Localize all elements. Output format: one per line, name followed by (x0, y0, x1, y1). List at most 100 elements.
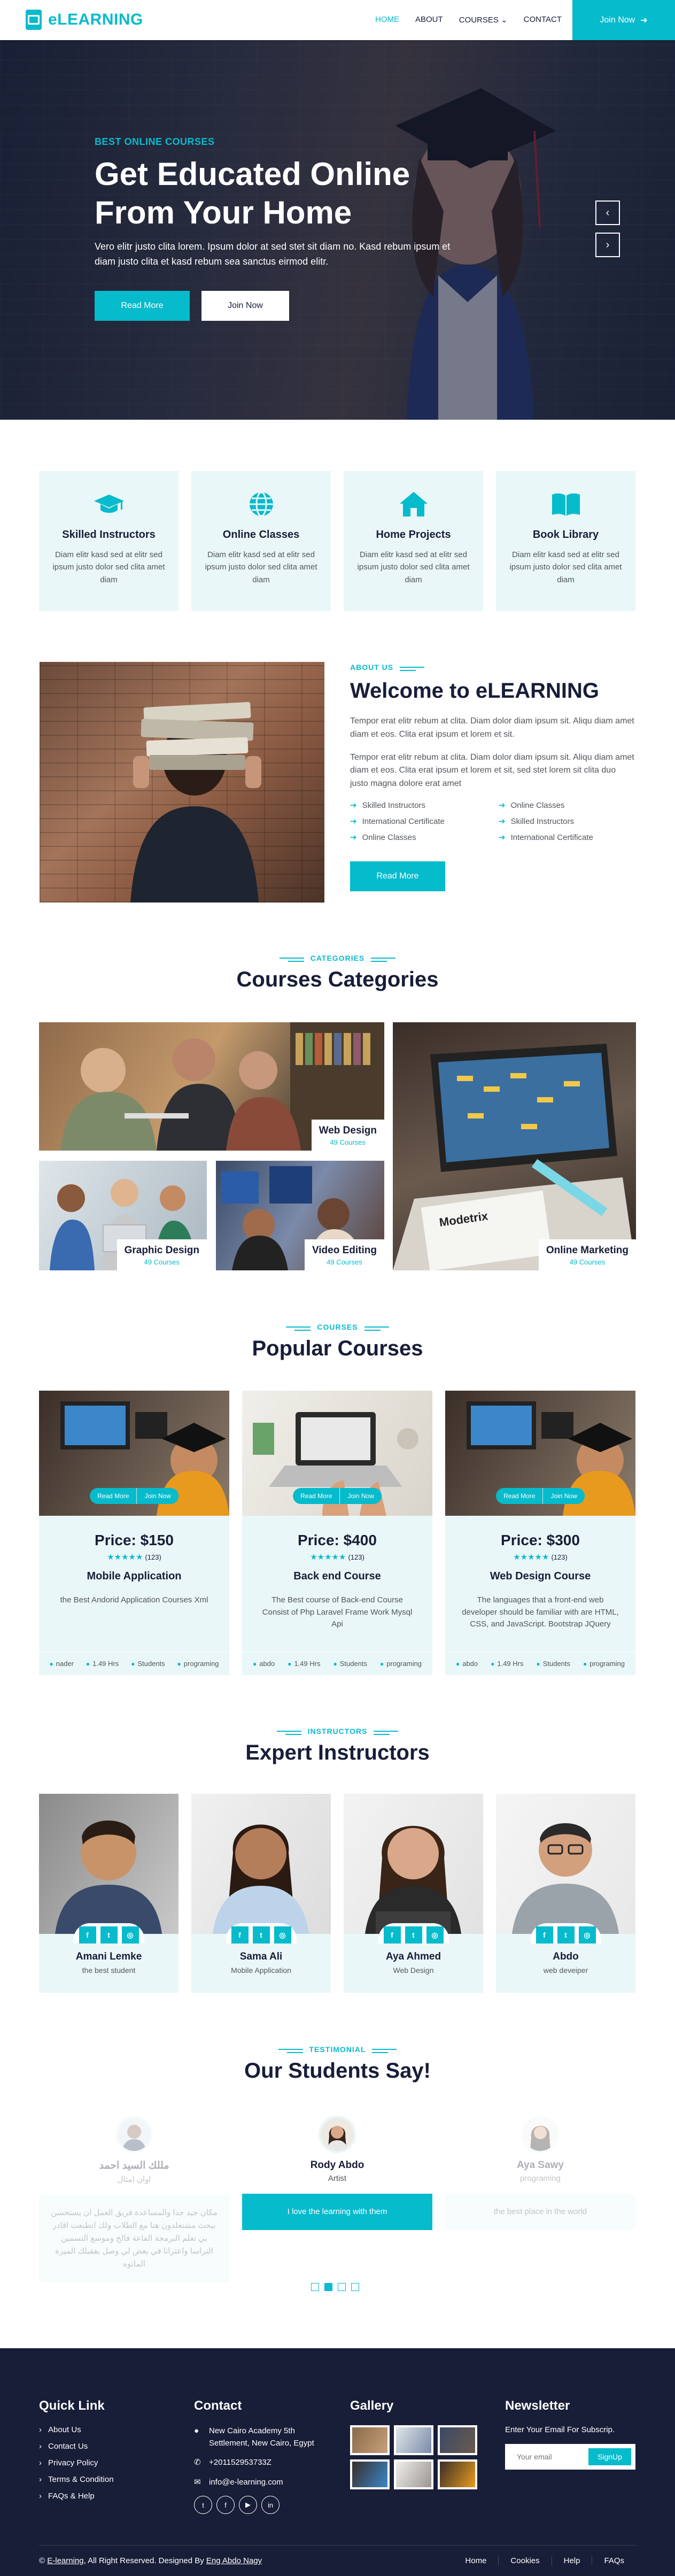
eyebrow-line (400, 667, 425, 671)
course-read-more-button[interactable]: Read More (293, 1488, 340, 1504)
footer-menu-home[interactable]: Home (453, 2556, 498, 2565)
facebook-icon[interactable]: f (79, 1926, 96, 1943)
hero-title-line2: From Your Home (95, 195, 352, 230)
facebook-icon[interactable]: f (216, 2496, 235, 2514)
footer-heading: Contact (194, 2398, 242, 2413)
course-price: Price: $300 (501, 1532, 580, 1548)
courses-title: Popular Courses (252, 1337, 423, 1360)
pagination-dot[interactable] (351, 2283, 359, 2291)
designer-link[interactable]: Eng Abdo Nagy (206, 2556, 262, 2565)
about-read-more-button[interactable]: Read More (350, 861, 445, 891)
footer-link[interactable]: About Us (39, 2425, 114, 2434)
newsletter-email-input[interactable] (505, 2444, 585, 2470)
pagination-dot-active[interactable] (324, 2283, 332, 2291)
category-count: 49 Courses (569, 1258, 606, 1266)
hero-join-now-button[interactable]: Join Now (201, 290, 289, 321)
footer-link[interactable]: Contact Us (39, 2442, 114, 2451)
gallery-thumb[interactable] (438, 2459, 477, 2489)
gallery-thumb[interactable] (394, 2459, 433, 2489)
gallery-thumb[interactable] (350, 2425, 390, 2455)
nav-courses[interactable]: COURSES ⌄ (459, 15, 508, 25)
course-title: Web Design Course (490, 1570, 591, 1582)
categories-eyebrow: CATEGORIES (0, 954, 675, 962)
brand-logo-icon (26, 10, 42, 30)
contact-list: ● New Cairo Academy 5th Settlement, New C… (194, 2425, 328, 2488)
courses-eyebrow: COURSES (0, 1323, 675, 1331)
star-icons: ★★★★★ (513, 1553, 549, 1562)
twitter-icon[interactable]: t (405, 1926, 422, 1943)
instructors-title: Expert Instructors (245, 1741, 430, 1764)
service-card: Book Library Diam elitr kasd sed at elit… (496, 471, 635, 611)
signup-button[interactable]: SignUp (588, 2448, 631, 2465)
gallery-thumb[interactable] (350, 2459, 390, 2489)
instagram-icon[interactable]: ◎ (578, 1926, 596, 1943)
course-meta: nader 1.49 Hrs Students programing (39, 1652, 229, 1675)
hero-read-more-button[interactable]: Read More (95, 290, 190, 321)
category-card-graphic-design[interactable]: Graphic Design 49 Courses (39, 1161, 207, 1270)
nav-home[interactable]: HOME (375, 15, 399, 25)
instructor-portrait (512, 1823, 619, 1934)
testimonial-name: مللك السيد احمد (99, 2160, 169, 2171)
testimonial-quote: مكان جيد جدا والمساعدة فريق العمل ان يست… (39, 2195, 229, 2282)
hero-content: BEST ONLINE COURSES Get Educated Online … (95, 136, 479, 321)
carousel-controls: ‹ › (595, 200, 620, 257)
footer-quick-links: Quick Link About Us Contact Us Privacy P… (39, 2398, 114, 2508)
facebook-icon[interactable]: f (383, 1926, 401, 1943)
gallery-thumb[interactable] (438, 2425, 477, 2455)
course-join-now-button[interactable]: Join Now (339, 1488, 382, 1504)
chevron-left-icon[interactable]: ‹ (595, 200, 620, 225)
about-eyebrow: ABOUT US (350, 663, 635, 672)
join-now-button[interactable]: Join Now ➔ (572, 0, 675, 40)
course-join-now-button[interactable]: Join Now (542, 1488, 585, 1504)
pagination-dot[interactable] (311, 2283, 319, 2291)
instagram-icon[interactable]: ◎ (121, 1926, 139, 1943)
footer-link[interactable]: Privacy Policy (39, 2458, 114, 2467)
chevron-down-icon: ⌄ (501, 16, 508, 25)
twitter-icon[interactable]: t (557, 1926, 575, 1943)
course-category: programing (380, 1660, 422, 1668)
navbar: eLEARNING HOME ABOUT COURSES ⌄ CONTACT J… (0, 0, 675, 40)
facebook-icon[interactable]: f (231, 1926, 249, 1943)
footer-menu-cookies[interactable]: Cookies (498, 2556, 551, 2565)
chevron-right-icon[interactable]: › (595, 233, 620, 257)
nav-about[interactable]: ABOUT (415, 15, 443, 25)
footer-link[interactable]: Terms & Condition (39, 2475, 114, 2484)
category-card-video-editing[interactable]: Video Editing 49 Courses (216, 1161, 384, 1270)
instagram-icon[interactable]: ◎ (426, 1926, 444, 1943)
category-card-online-marketing[interactable]: Modetrix Online Marketing 49 Courses (393, 1022, 636, 1270)
course-students: Students (333, 1660, 367, 1668)
category-name: Video Editing (312, 1245, 377, 1256)
footer-heading: Newsletter (505, 2398, 570, 2413)
category-count: 49 Courses (144, 1258, 180, 1266)
copyright-link[interactable]: E-learning (47, 2556, 83, 2565)
youtube-icon[interactable]: ▶ (239, 2496, 257, 2514)
hero-title-line1: Get Educated Online (95, 156, 410, 192)
checklist-item: Skilled Instructors (499, 816, 635, 826)
course-read-more-button[interactable]: Read More (496, 1488, 543, 1504)
twitter-icon[interactable]: t (252, 1926, 270, 1943)
instructor-role: Web Design (393, 1966, 434, 1975)
nav-contact[interactable]: CONTACT (524, 15, 562, 25)
pagination-dot[interactable] (338, 2283, 346, 2291)
instructors-header: INSTRUCTORS Expert Instructors (0, 1727, 675, 1765)
gallery-thumb[interactable] (394, 2425, 433, 2455)
footer-link[interactable]: FAQs & Help (39, 2492, 114, 2501)
checklist-item: Online Classes (350, 832, 499, 842)
linkedin-icon[interactable]: in (261, 2496, 280, 2514)
facebook-icon[interactable]: f (536, 1926, 553, 1943)
category-card-web-design[interactable]: Web Design 49 Courses (39, 1022, 384, 1151)
brand[interactable]: eLEARNING (26, 10, 143, 30)
service-title: Book Library (532, 529, 599, 541)
course-join-now-button[interactable]: Join Now (136, 1488, 179, 1504)
course-actions: Read More Join Now (496, 1488, 585, 1504)
twitter-icon[interactable]: t (100, 1926, 118, 1943)
twitter-icon[interactable]: t (194, 2496, 212, 2514)
course-title: Back end Course (293, 1570, 381, 1582)
instructor-info: Sama Ali Mobile Application (191, 1941, 331, 1993)
course-author: nader (49, 1660, 74, 1668)
footer-menu-help[interactable]: Help (551, 2556, 592, 2565)
instagram-icon[interactable]: ◎ (274, 1926, 291, 1943)
footer-menu-faqs[interactable]: FAQs (592, 2556, 636, 2565)
nav-courses-label: COURSES (459, 16, 499, 25)
course-read-more-button[interactable]: Read More (90, 1488, 137, 1504)
